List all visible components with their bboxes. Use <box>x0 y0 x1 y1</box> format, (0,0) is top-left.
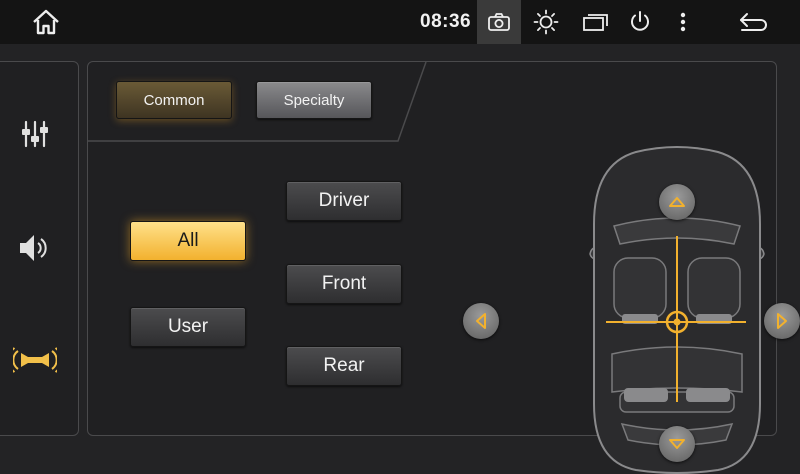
move-down-button[interactable] <box>659 426 695 462</box>
power-button[interactable] <box>620 0 660 44</box>
arrow-up-icon <box>669 197 685 207</box>
volume-icon <box>20 235 47 261</box>
sidebar <box>0 61 79 436</box>
home-button[interactable] <box>24 0 68 44</box>
tab-common[interactable]: Common <box>116 81 232 119</box>
car-sound-field-diagram <box>463 144 800 474</box>
sound-field-panel: Common Specialty All User Driver Front R… <box>87 61 800 474</box>
arrow-right-icon <box>777 313 787 329</box>
brightness-icon <box>533 9 559 35</box>
preset-rear-button[interactable]: Rear <box>286 346 402 386</box>
arrow-left-icon <box>476 313 486 329</box>
back-button[interactable] <box>732 0 776 44</box>
arrow-down-icon <box>669 439 685 449</box>
more-vert-icon <box>680 12 686 32</box>
clock-time: 08:36 <box>420 11 472 32</box>
home-icon <box>33 9 59 35</box>
sidebar-item-equalizer[interactable] <box>13 112 57 156</box>
back-icon <box>740 13 767 31</box>
screenshot-button[interactable] <box>477 0 521 44</box>
recent-apps-button[interactable] <box>576 0 616 44</box>
move-up-button[interactable] <box>659 184 695 220</box>
move-left-button[interactable] <box>463 303 499 339</box>
equalizer-icon <box>22 120 48 148</box>
windows-icon <box>583 14 608 31</box>
sidebar-item-volume[interactable] <box>13 226 57 270</box>
move-right-button[interactable] <box>764 303 800 339</box>
tab-specialty[interactable]: Specialty <box>256 81 372 119</box>
preset-user-button[interactable]: User <box>130 307 246 347</box>
more-options-button[interactable] <box>668 0 698 44</box>
sound-field-icon <box>13 347 57 373</box>
preset-front-button[interactable]: Front <box>286 264 402 304</box>
preset-driver-button[interactable]: Driver <box>286 181 402 221</box>
status-bar: 08:36 <box>0 0 800 44</box>
preset-all-button[interactable]: All <box>130 221 246 261</box>
sidebar-item-sound-field[interactable] <box>13 338 57 382</box>
brightness-button[interactable] <box>526 0 566 44</box>
power-icon <box>631 11 649 31</box>
camera-icon <box>488 13 510 31</box>
